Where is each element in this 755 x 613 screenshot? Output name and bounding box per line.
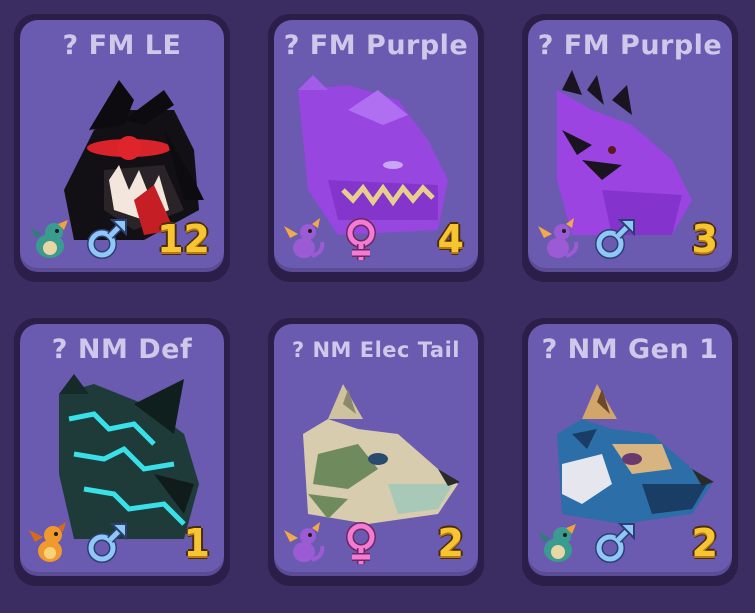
pet-card[interactable]: ? FM LE 12 bbox=[14, 14, 230, 282]
pet-card[interactable]: ? NM Def 1 bbox=[14, 318, 230, 586]
pet-title: ? FM LE bbox=[62, 30, 182, 61]
male-icon bbox=[87, 219, 127, 259]
pet-count: 4 bbox=[437, 217, 464, 261]
dragon-teal-icon bbox=[30, 220, 68, 258]
pet-count: 2 bbox=[691, 521, 718, 565]
pet-card[interactable]: ? NM Gen 1 2 bbox=[522, 318, 738, 586]
pet-card-face: ? FM Purple bbox=[528, 20, 732, 272]
black-red-dragon-icon bbox=[64, 80, 204, 240]
male-icon bbox=[595, 523, 635, 563]
dragon-orange-icon bbox=[29, 522, 66, 562]
pet-badges: 1 bbox=[20, 520, 224, 570]
pet-card[interactable]: ? NM Elec Tail 2 bbox=[268, 318, 484, 586]
teal-black-dragon-icon bbox=[59, 374, 199, 539]
female-icon bbox=[346, 218, 376, 260]
male-icon bbox=[87, 523, 127, 563]
female-icon bbox=[346, 522, 376, 564]
dragon-teal-icon bbox=[538, 524, 576, 562]
blue-tan-wolf-icon bbox=[557, 384, 714, 524]
pet-card-face: ? FM LE 12 bbox=[20, 20, 224, 272]
pet-title: ? FM Purple bbox=[283, 30, 469, 61]
pet-title: ? NM Def bbox=[51, 334, 193, 365]
male-icon bbox=[595, 219, 635, 259]
pet-badges: 12 bbox=[20, 216, 224, 266]
pet-card[interactable]: ? FM Purple bbox=[522, 14, 738, 282]
pet-card-face: ? NM Def 1 bbox=[20, 324, 224, 576]
pet-count: 2 bbox=[437, 521, 464, 565]
pet-badges: 4 bbox=[274, 216, 478, 266]
pet-title: ? FM Purple bbox=[537, 30, 723, 61]
pet-card-face: ? NM Elec Tail 2 bbox=[274, 324, 478, 576]
pet-title: ? NM Gen 1 bbox=[541, 334, 719, 365]
dragon-purple-icon bbox=[538, 218, 579, 258]
pet-inventory-grid: ? FM LE 12 ? FM Purple 4 ? FM Purple 3 ?… bbox=[0, 0, 755, 613]
pet-count: 12 bbox=[157, 217, 210, 261]
pet-count: 1 bbox=[183, 521, 210, 565]
cream-green-wolf-icon bbox=[303, 384, 460, 524]
pet-badges: 2 bbox=[274, 520, 478, 570]
pet-card[interactable]: ? FM Purple bbox=[268, 14, 484, 282]
pet-card-face: ? FM Purple bbox=[274, 20, 478, 272]
pet-count: 3 bbox=[691, 217, 718, 261]
dragon-purple-icon bbox=[284, 218, 325, 258]
purple-dragon-icon bbox=[557, 70, 692, 235]
pet-title: ? NM Elec Tail bbox=[291, 338, 460, 362]
purple-dragon-icon bbox=[298, 75, 448, 235]
pet-card-face: ? NM Gen 1 2 bbox=[528, 324, 732, 576]
pet-badges: 2 bbox=[528, 520, 732, 570]
pet-badges: 3 bbox=[528, 216, 732, 266]
dragon-purple-icon bbox=[284, 522, 325, 562]
